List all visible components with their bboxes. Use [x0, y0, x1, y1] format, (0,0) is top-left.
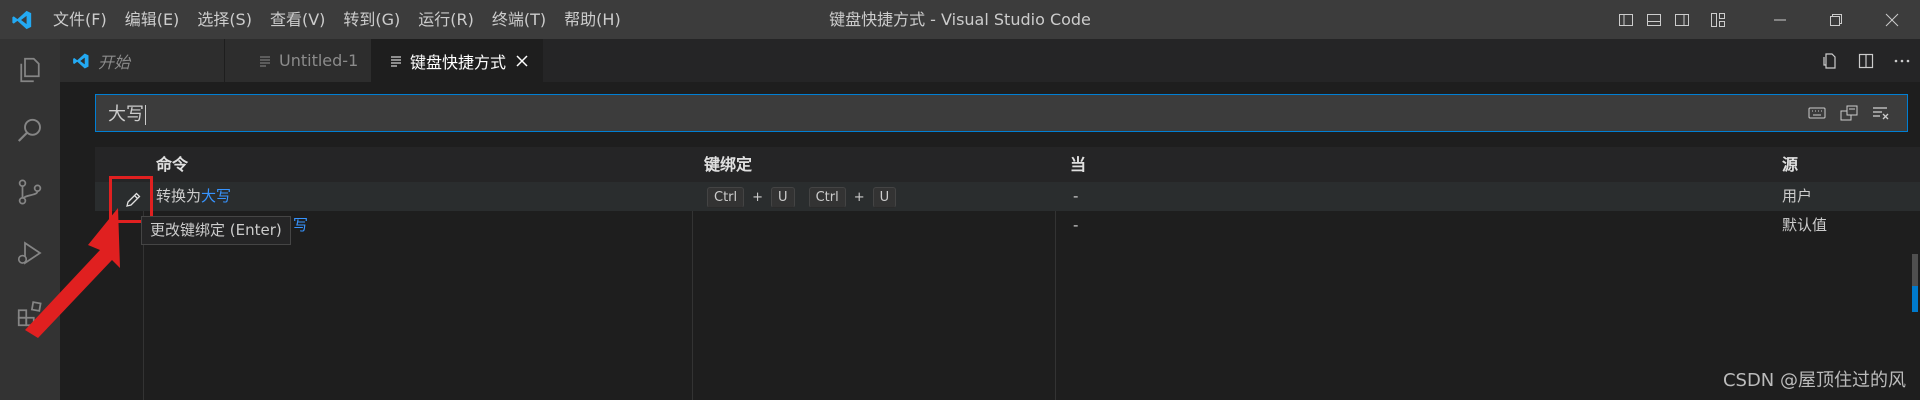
key-ctrl: Ctrl: [808, 187, 846, 208]
scrollbar-position-marker: [1912, 286, 1918, 312]
menu-bar: 文件(F) 编辑(E) 选择(S) 查看(V) 转到(G) 运行(R) 终端(T…: [44, 0, 630, 39]
tab-label: 开始: [98, 52, 131, 72]
search-match: 写: [293, 216, 309, 234]
keybindings-table: 命令 键绑定 当 源 转换为大写 Ctrl + U Ctrl + U - 用户 写 - 默…: [95, 147, 1920, 400]
table-row[interactable]: 转换为大写 Ctrl + U Ctrl + U - 用户: [95, 182, 1920, 211]
command-cell: 写: [293, 211, 308, 240]
open-keyboard-shortcuts-json-icon[interactable]: [1812, 39, 1848, 82]
menu-file[interactable]: 文件(F): [44, 0, 116, 39]
vscode-logo-icon: [0, 0, 44, 39]
keybinding-cell: Ctrl + U Ctrl + U: [707, 182, 897, 212]
edit-keybinding-tooltip: 更改键绑定 (Enter): [141, 216, 291, 245]
close-tab-icon[interactable]: [516, 54, 528, 67]
toggle-secondary-sidebar-icon[interactable]: [1668, 0, 1696, 39]
menu-view[interactable]: 查看(V): [261, 0, 334, 39]
more-actions-icon[interactable]: [1884, 39, 1920, 82]
toggle-panel-icon[interactable]: [1640, 0, 1668, 39]
sort-by-precedence-icon[interactable]: [1833, 98, 1865, 128]
restore-icon[interactable]: [1808, 0, 1864, 39]
header-when[interactable]: 当: [1070, 147, 1086, 182]
tab-label: Untitled-1: [279, 51, 359, 70]
file-lines-icon: [259, 55, 271, 67]
source-cell: 默认值: [1782, 216, 1828, 234]
minimize-icon[interactable]: [1752, 0, 1808, 39]
menu-selection[interactable]: 选择(S): [188, 0, 261, 39]
title-bar: 文件(F) 编辑(E) 选择(S) 查看(V) 转到(G) 运行(R) 终端(T…: [0, 0, 1920, 39]
menu-go[interactable]: 转到(G): [334, 0, 409, 39]
text-caret: [145, 105, 146, 125]
file-lines-icon: [390, 55, 402, 67]
clear-search-icon[interactable]: [1865, 98, 1897, 128]
tab-keyboard-shortcuts[interactable]: 键盘快捷方式: [372, 39, 543, 82]
when-cell: -: [1073, 187, 1079, 205]
watermark-text: CSDN @屋顶住过的风: [1722, 370, 1906, 391]
when-cell: -: [1073, 216, 1079, 234]
vscode-logo-icon: [72, 52, 90, 70]
key-ctrl: Ctrl: [707, 187, 745, 208]
header-keybinding[interactable]: 键绑定: [704, 147, 752, 182]
source-cell: 用户: [1782, 187, 1813, 205]
customize-layout-icon[interactable]: [1704, 0, 1732, 39]
table-row[interactable]: 写 - 默认值: [95, 211, 1920, 240]
key-u: U: [771, 187, 795, 208]
menu-help[interactable]: 帮助(H): [555, 0, 630, 39]
search-match: 大写: [201, 187, 232, 205]
keybindings-search-input[interactable]: 大写: [95, 94, 1908, 132]
toggle-primary-sidebar-icon[interactable]: [1612, 0, 1640, 39]
table-header: 命令 键绑定 当 源: [95, 147, 1920, 182]
search-value: 大写: [108, 104, 144, 125]
keyboard-shortcuts-editor: 大写 命令 键绑定 当 源 转换为大写 Ctrl + U Ctrl + U - …: [60, 82, 1920, 400]
close-window-icon[interactable]: [1864, 0, 1920, 39]
record-keys-icon[interactable]: [1801, 98, 1833, 128]
menu-edit[interactable]: 编辑(E): [116, 0, 189, 39]
menu-run[interactable]: 运行(R): [409, 0, 483, 39]
header-source[interactable]: 源: [1782, 147, 1798, 182]
menu-terminal[interactable]: 终端(T): [483, 0, 555, 39]
annotation-arrow-icon: [25, 208, 120, 338]
tab-welcome[interactable]: 开始: [60, 39, 225, 82]
tab-bar: 开始 Untitled-1 键盘快捷方式: [60, 39, 1920, 82]
search-icon[interactable]: [0, 100, 60, 161]
explorer-icon[interactable]: [0, 39, 60, 100]
tab-untitled-1[interactable]: Untitled-1: [225, 39, 372, 82]
header-command[interactable]: 命令: [156, 147, 188, 182]
command-cell: 转换为大写: [156, 187, 232, 205]
key-u: U: [872, 187, 897, 208]
tab-label: 键盘快捷方式: [410, 52, 507, 72]
split-editor-icon[interactable]: [1848, 39, 1884, 82]
